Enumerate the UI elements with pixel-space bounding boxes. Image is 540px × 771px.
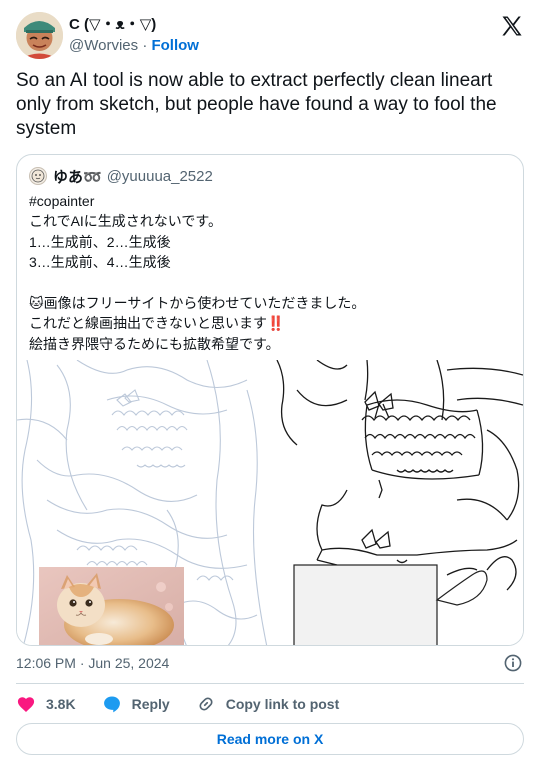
author-name[interactable]: C (▽・ᴥ・▽) xyxy=(69,15,199,35)
quoted-tweet-text: #copainter これでAIに生成されないです。 1…生成前、2…生成後 3… xyxy=(29,191,509,354)
heart-icon xyxy=(17,697,35,712)
quoted-tweet-card[interactable]: ゆあ➿ @yuuuua_2522 #copainter これでAIに生成されない… xyxy=(16,154,524,646)
author-handle[interactable]: @Worvies xyxy=(69,37,138,54)
quoted-line: 3…生成前、4…生成後 xyxy=(29,254,171,271)
tweet-actions: 3.8K Reply Copy link to post xyxy=(16,693,365,715)
quoted-line: これでAIに生成されないです。 xyxy=(29,213,222,230)
author-handle-line: @Worvies · Follow xyxy=(69,36,199,56)
quoted-line: これだと線画抽出できないと思います‼️ xyxy=(29,315,285,332)
link-icon xyxy=(199,697,213,711)
quoted-line: 絵描き界隈守るためにも拡散希望です。 xyxy=(29,335,280,352)
quoted-media-image[interactable] xyxy=(17,359,523,645)
follow-button[interactable]: Follow xyxy=(151,37,199,54)
info-icon[interactable] xyxy=(504,654,522,672)
quoted-author-avatar xyxy=(29,167,47,185)
divider xyxy=(16,683,524,684)
tweet-text: So an AI tool is now able to extract per… xyxy=(16,70,497,139)
quoted-author-name: ゆあ➿ xyxy=(53,168,102,186)
author-avatar[interactable] xyxy=(16,12,63,59)
author-info: C (▽・ᴥ・▽) @Worvies · Follow xyxy=(69,15,199,56)
copy-link-button[interactable]: Copy link to post xyxy=(196,694,340,714)
tweet-header: C (▽・ᴥ・▽) @Worvies · Follow xyxy=(16,12,524,60)
like-count: 3.8K xyxy=(46,696,76,712)
quoted-line: #copainter xyxy=(29,193,95,209)
tweet-meta: 12:06 PM · Jun 25, 2024 xyxy=(16,653,524,673)
x-logo-icon[interactable] xyxy=(500,14,524,38)
quoted-line xyxy=(29,273,509,293)
quoted-line: 1…生成前、2…生成後 xyxy=(29,233,171,250)
quoted-author-handle: @yuuuua_2522 xyxy=(106,167,213,185)
cat-photo xyxy=(39,567,184,645)
read-more-button[interactable]: Read more on X xyxy=(16,723,524,755)
quoted-line: 🐱画像はフリーサイトから使わせていただきました。 xyxy=(29,294,366,311)
reply-bubble-icon xyxy=(103,696,120,713)
reply-label: Reply xyxy=(131,696,170,712)
like-button[interactable]: 3.8K xyxy=(16,694,76,714)
reply-button[interactable]: Reply xyxy=(102,694,170,714)
timestamp[interactable]: 12:06 PM · Jun 25, 2024 xyxy=(16,655,169,671)
copy-link-label: Copy link to post xyxy=(225,696,340,712)
separator-dot: · xyxy=(142,37,148,54)
quoted-tweet-header: ゆあ➿ @yuuuua_2522 xyxy=(29,165,213,187)
